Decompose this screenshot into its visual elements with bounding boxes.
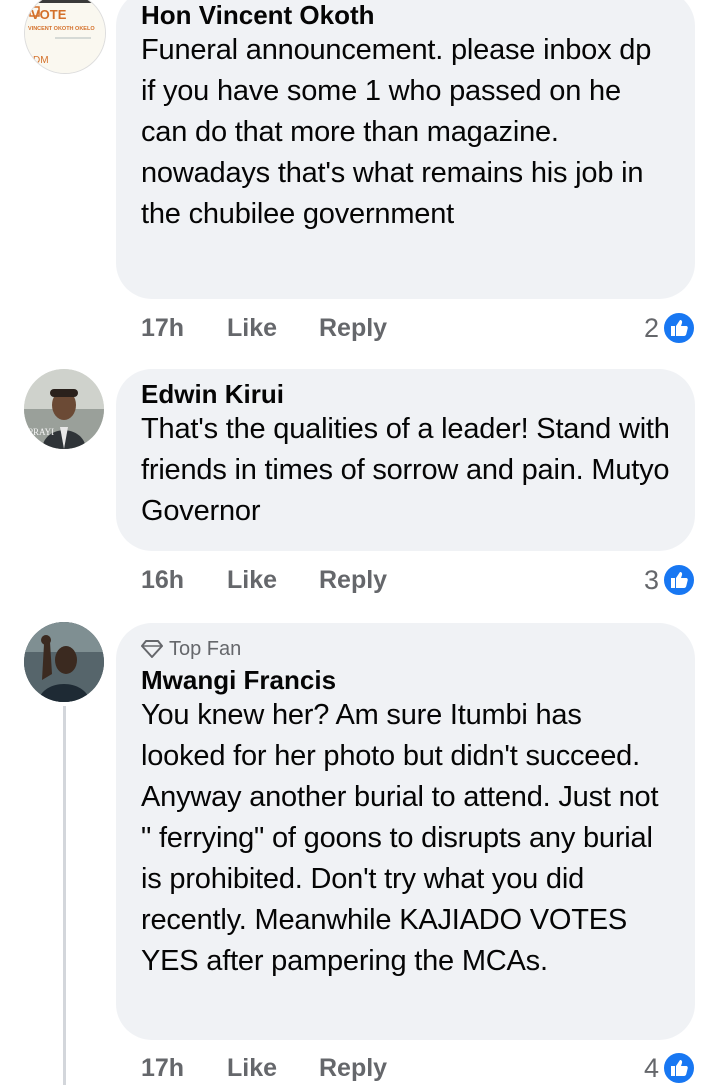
comment-actions: 17h Like Reply	[141, 308, 701, 348]
svg-text:VOTE: VOTE	[31, 7, 67, 22]
diamond-icon	[141, 640, 163, 658]
comment-bubble: Top Fan Mwangi Francis You knew her? Am …	[116, 623, 695, 1040]
comment-actions: 17h Like Reply	[141, 1048, 701, 1088]
profile-photo-avatar-image: PRAYI	[24, 369, 104, 449]
comment-bubble: Edwin Kirui That's the qualities of a le…	[116, 369, 695, 551]
reaction-summary[interactable]: 3	[644, 560, 696, 600]
thumbs-up-icon	[662, 563, 696, 597]
campaign-poster-avatar-image: VOTE VINCENT OKOTH OKELO DM	[25, 0, 105, 73]
top-fan-badge: Top Fan	[141, 637, 671, 661]
reply-thread-line	[63, 706, 66, 1085]
like-button[interactable]: Like	[227, 560, 277, 600]
reply-button[interactable]: Reply	[319, 560, 387, 600]
like-button[interactable]: Like	[227, 1048, 277, 1088]
reply-button[interactable]: Reply	[319, 308, 387, 348]
comment-author[interactable]: Mwangi Francis	[141, 665, 671, 695]
svg-text:DM: DM	[33, 55, 49, 66]
comment-author[interactable]: Edwin Kirui	[141, 379, 671, 409]
reaction-summary[interactable]: 2	[644, 308, 696, 348]
avatar[interactable]: VOTE VINCENT OKOTH OKELO DM	[24, 0, 106, 74]
comment-text: That's the qualities of a leader! Stand …	[141, 413, 670, 527]
reaction-count: 2	[643, 312, 659, 343]
reaction-count: 3	[643, 564, 659, 595]
profile-photo-avatar-image	[24, 622, 104, 702]
comment-bubble: Hon Vincent Okoth Funeral announcement. …	[116, 0, 695, 299]
comment-time[interactable]: 17h	[141, 308, 184, 348]
comment-time[interactable]: 16h	[141, 560, 184, 600]
comment-time[interactable]: 17h	[141, 1048, 184, 1088]
reply-button[interactable]: Reply	[319, 1048, 387, 1088]
like-button[interactable]: Like	[227, 308, 277, 348]
comment-text: Funeral announcement. please inbox dp if…	[141, 34, 652, 230]
comment-actions: 16h Like Reply	[141, 560, 701, 600]
reaction-count: 4	[643, 1052, 659, 1083]
comment-text: You knew her? Am sure Itumbi has looked …	[141, 699, 659, 977]
top-fan-label: Top Fan	[169, 638, 242, 660]
thumbs-up-icon	[662, 311, 696, 345]
reaction-summary[interactable]: 4	[644, 1048, 696, 1088]
avatar[interactable]	[24, 622, 104, 702]
thumbs-up-icon	[662, 1051, 696, 1085]
avatar[interactable]: PRAYI	[24, 369, 104, 449]
comment-author[interactable]: Hon Vincent Okoth	[141, 0, 671, 30]
svg-text:PRAYI: PRAYI	[28, 427, 54, 437]
svg-text:VINCENT OKOTH OKELO: VINCENT OKOTH OKELO	[28, 26, 95, 32]
